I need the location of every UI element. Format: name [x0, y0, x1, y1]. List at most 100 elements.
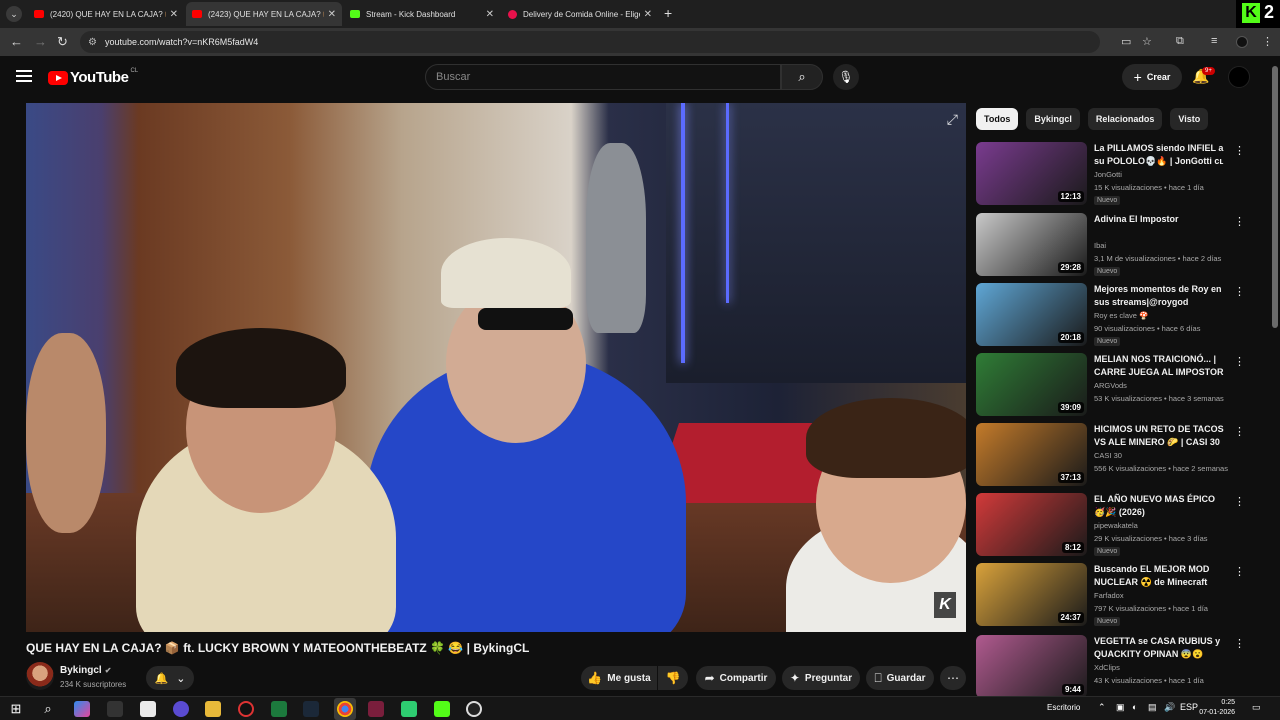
- more-vertical-icon[interactable]: ⋮: [1234, 637, 1245, 650]
- back-icon[interactable]: ←: [10, 34, 23, 49]
- recommendation-channel[interactable]: pipewakatela: [1094, 521, 1138, 530]
- chip-visto[interactable]: Visto: [1170, 108, 1209, 130]
- recommendation-item[interactable]: 24:37 Buscando EL MEJOR MOD NUCLEAR ☢️ de…: [976, 563, 1246, 629]
- chevron-up-icon[interactable]: ⌃: [1098, 702, 1106, 713]
- bookmark-star-icon[interactable]: ☆: [1142, 35, 1152, 48]
- site-info-icon[interactable]: ⚙: [88, 37, 97, 48]
- recommendation-item[interactable]: 12:13 La PILLAMOS siendo INFIEL a su POLO…: [976, 142, 1246, 208]
- like-button[interactable]: 👍 Me gusta: [581, 666, 657, 690]
- youtube-logo[interactable]: YouTube CL: [48, 68, 138, 86]
- scrollbar-thumb[interactable]: [1272, 66, 1278, 328]
- app-icon[interactable]: [401, 701, 417, 717]
- windows-start-icon[interactable]: ⊞: [8, 701, 24, 717]
- app-icon[interactable]: [466, 701, 482, 717]
- video-thumbnail[interactable]: 37:13: [976, 423, 1087, 486]
- close-icon[interactable]: ✕: [486, 9, 494, 20]
- reading-list-icon[interactable]: ≡: [1211, 35, 1217, 47]
- hamburger-menu-icon[interactable]: [16, 70, 32, 82]
- browser-tab-4[interactable]: Delivery de Comida Online - Elige ✕: [502, 2, 658, 26]
- page-scrollbar[interactable]: [1270, 56, 1280, 696]
- file-explorer-icon[interactable]: [205, 701, 221, 717]
- tray-icon[interactable]: ▤: [1148, 702, 1157, 713]
- tray-icon[interactable]: ▣: [1116, 702, 1125, 713]
- locale-label[interactable]: ESP: [1180, 702, 1198, 712]
- more-vertical-icon[interactable]: ⋮: [1234, 425, 1245, 438]
- recommendation-channel[interactable]: XdClips: [1094, 663, 1120, 672]
- close-icon[interactable]: ✕: [170, 9, 178, 20]
- obs-icon[interactable]: [238, 701, 254, 717]
- tray-icon[interactable]: ◐: [1132, 702, 1137, 712]
- browser-tab-3[interactable]: Stream - Kick Dashboard ✕: [344, 2, 500, 26]
- create-button[interactable]: + Crear: [1122, 64, 1182, 90]
- recommendation-item[interactable]: 8:12 EL AÑO NUEVO MAS ÉPICO 🥳🎉 (2026) pipe…: [976, 493, 1246, 559]
- more-vertical-icon[interactable]: ⋮: [1234, 285, 1245, 298]
- steam-icon[interactable]: [303, 701, 319, 717]
- extensions-icon[interactable]: ⧉: [1176, 35, 1184, 48]
- recommendation-item[interactable]: 29:28 Adivina El Impostor Ibai 3,1 M de vis…: [976, 213, 1246, 279]
- chip-bykingcl[interactable]: Bykingcl: [1026, 108, 1080, 130]
- reload-icon[interactable]: ↻: [57, 34, 68, 50]
- video-thumbnail[interactable]: 20:18: [976, 283, 1087, 346]
- dislike-button[interactable]: 👎: [658, 666, 688, 690]
- video-thumbnail[interactable]: 39:09: [976, 353, 1087, 416]
- recommendation-channel[interactable]: ARGVods: [1094, 381, 1127, 390]
- notepad-icon[interactable]: [140, 701, 156, 717]
- url-field[interactable]: ⚙ youtube.com/watch?v=nKR6M5fadW4: [80, 31, 1100, 53]
- recommendation-channel[interactable]: Farfadox: [1094, 591, 1124, 600]
- channel-name-row[interactable]: Bykingcl ✔: [60, 665, 111, 676]
- more-vertical-icon[interactable]: ⋮: [1234, 495, 1245, 508]
- more-vertical-icon[interactable]: ⋮: [1234, 215, 1245, 228]
- subscribed-button[interactable]: 🔔 ⌄: [146, 666, 194, 690]
- video-thumbnail[interactable]: 9:44: [976, 635, 1087, 698]
- browser-tab-1[interactable]: (2420) QUE HAY EN LA CAJA? 📦 ✕: [28, 2, 184, 26]
- recommendation-channel[interactable]: Ibai: [1094, 241, 1106, 250]
- tab-search-icon[interactable]: ⌄: [6, 6, 22, 22]
- recommendation-title[interactable]: VEGETTA se CASA RUBIUS y QUACKITY OPINAN…: [1094, 635, 1226, 661]
- forward-icon[interactable]: →: [34, 34, 47, 49]
- fullscreen-icon[interactable]: ⤢: [947, 111, 958, 128]
- desktop-label[interactable]: Escritorio: [1047, 703, 1080, 712]
- recommendation-channel[interactable]: Roy es clave 🍄: [1094, 311, 1148, 320]
- account-avatar[interactable]: [1228, 66, 1250, 88]
- recommendation-title[interactable]: Mejores momentos de Roy en sus streams|@…: [1094, 283, 1226, 309]
- recommendation-title[interactable]: HICIMOS UN RETO DE TACOS VS ALE MINERO 🌮…: [1094, 423, 1226, 449]
- close-icon[interactable]: ✕: [644, 9, 652, 20]
- video-player[interactable]: ⤢ K: [26, 103, 966, 632]
- video-thumbnail[interactable]: 12:13: [976, 142, 1087, 205]
- recommendation-item[interactable]: 37:13 HICIMOS UN RETO DE TACOS VS ALE MIN…: [976, 423, 1246, 489]
- kick-icon[interactable]: [434, 701, 450, 717]
- ask-button[interactable]: ✦ Preguntar: [782, 666, 860, 690]
- more-vertical-icon[interactable]: ⋮: [1234, 565, 1245, 578]
- recommendation-title[interactable]: MELIAN NOS TRAICIONÓ... | CARRE JUEGA AL…: [1094, 353, 1226, 379]
- chrome-icon[interactable]: [337, 701, 353, 717]
- discord-icon[interactable]: [173, 701, 189, 717]
- cast-icon[interactable]: ▭: [1121, 35, 1131, 48]
- more-actions-button[interactable]: ⋯: [940, 666, 966, 690]
- browser-tab-2[interactable]: (2423) QUE HAY EN LA CAJA? 📦 ✕: [186, 2, 342, 26]
- app-icon[interactable]: [368, 701, 384, 717]
- recommendation-item[interactable]: 9:44 VEGETTA se CASA RUBIUS y QUACKITY OP…: [976, 635, 1246, 701]
- search-button[interactable]: ⌕: [781, 64, 823, 90]
- video-thumbnail[interactable]: 29:28: [976, 213, 1087, 276]
- copilot-icon[interactable]: [74, 701, 90, 717]
- search-input[interactable]: Buscar: [425, 64, 781, 90]
- share-button[interactable]: ➦ Compartir: [696, 666, 776, 690]
- recommendation-title[interactable]: La PILLAMOS siendo INFIEL a su POLOLO💀🔥 …: [1094, 142, 1226, 168]
- voice-search-button[interactable]: 🎙: [833, 64, 859, 90]
- recommendation-item[interactable]: 39:09 MELIAN NOS TRAICIONÓ... | CARRE JUE…: [976, 353, 1246, 419]
- chip-todos[interactable]: Todos: [976, 108, 1019, 130]
- new-tab-icon[interactable]: +: [664, 5, 672, 21]
- more-vertical-icon[interactable]: ⋮: [1234, 355, 1245, 368]
- recommendation-channel[interactable]: JonGotti: [1094, 170, 1122, 179]
- video-thumbnail[interactable]: 24:37: [976, 563, 1087, 626]
- recommendation-channel[interactable]: CASI 30: [1094, 451, 1122, 460]
- app-icon[interactable]: [107, 701, 123, 717]
- recommendation-item[interactable]: 20:18 Mejores momentos de Roy en sus stre…: [976, 283, 1246, 349]
- save-button[interactable]: ⎕ Guardar: [866, 666, 934, 690]
- notification-center-icon[interactable]: ▭: [1252, 702, 1261, 713]
- volume-icon[interactable]: 🔊: [1164, 702, 1175, 713]
- channel-avatar[interactable]: [26, 662, 54, 690]
- recommendation-title[interactable]: Buscando EL MEJOR MOD NUCLEAR ☢️ de Mine…: [1094, 563, 1226, 589]
- recommendation-title[interactable]: EL AÑO NUEVO MAS ÉPICO 🥳🎉 (2026): [1094, 493, 1226, 519]
- clock[interactable]: 0:25 07-01-2026: [1199, 698, 1235, 718]
